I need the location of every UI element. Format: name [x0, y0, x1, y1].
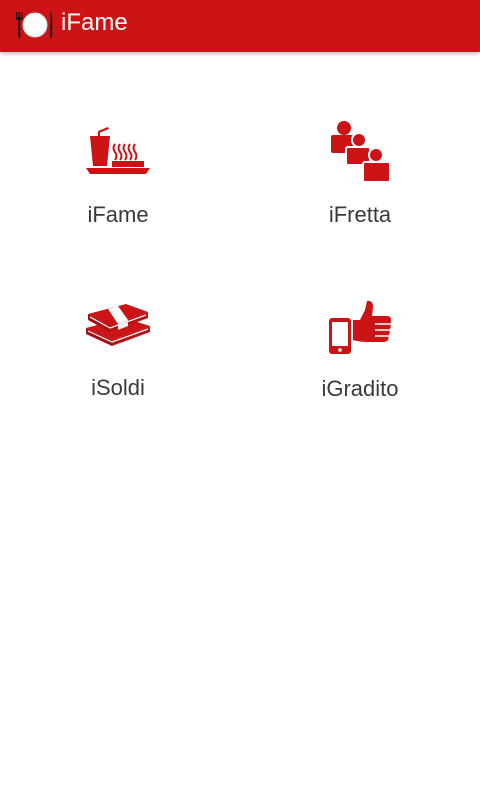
- money-bundle-icon: [86, 304, 150, 346]
- app-title: iFame: [61, 9, 128, 36]
- menu-item-label: iGradito: [321, 376, 399, 401]
- action-bar: iFame: [0, 0, 480, 52]
- phone-thumbs-up-icon: [329, 300, 392, 354]
- menu-item-label: iFame: [87, 202, 149, 227]
- food-tray-icon: [86, 127, 150, 174]
- menu-item-igradito[interactable]: iGradito: [260, 300, 460, 420]
- menu-item-isoldi[interactable]: iSoldi: [18, 300, 218, 420]
- app-screen: iFame iFame iFretta iSoldi iGradito: [0, 0, 480, 800]
- menu-item-label: iFretta: [328, 202, 392, 227]
- people-group-icon: [331, 121, 391, 183]
- menu-item-label: iSoldi: [91, 375, 145, 400]
- menu-item-ifretta[interactable]: iFretta: [260, 120, 460, 240]
- menu-item-ifame[interactable]: iFame: [18, 124, 218, 244]
- plate-fork-knife-icon[interactable]: [12, 6, 56, 42]
